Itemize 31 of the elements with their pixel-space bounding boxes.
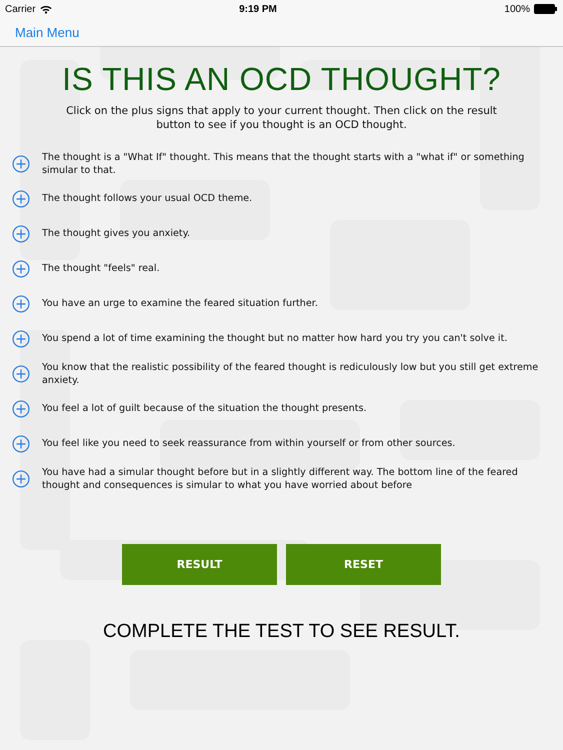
plus-circle-icon[interactable] [12,224,30,242]
statement-text: You have had a simular thought before but in a slightly different way. The bottom line of the feared thought and consequences is simular to what you have worried about before [42,466,519,492]
statement-text: You know that the realistic possibility of the feared thought is rediculously low but you still get extreme anxiety. [42,360,540,386]
plus-circle-icon[interactable] [12,470,30,488]
statement-text: You feel a lot of guilt because of the situation the thought presents. [42,402,368,415]
plus-circle-icon[interactable] [12,294,30,312]
plus-circle-icon[interactable] [12,330,30,348]
result-message: COMPLETE THE TEST TO SEE RESULT. [102,621,461,643]
statement-text: The thought is a "What If" thought. This means that the thought starts with a "what if" or something simular to that. [42,150,526,176]
statement-text: The thought gives you anxiety. [42,227,192,240]
plus-circle-icon[interactable] [12,364,30,382]
plus-circle-icon[interactable] [12,260,30,278]
page-title: IS THIS AN OCD THOUGHT? [61,61,502,98]
battery-icon [534,4,558,14]
status-time: 9:19 PM [238,4,278,14]
plus-circle-icon[interactable] [12,434,30,452]
battery-percent: 100% [504,4,530,14]
wifi-icon [40,4,52,14]
reset-button[interactable]: RESET [286,544,441,585]
instructions-text: Click on the plus signs that apply to your current thought. Then click on the result button to see if you thought is an OCD thought. [65,104,498,132]
plus-circle-icon[interactable] [12,190,30,208]
statement-text: You have an urge to examine the feared situation further. [42,297,319,310]
plus-circle-icon[interactable] [12,154,30,172]
result-button[interactable]: RESULT [122,544,277,585]
statement-text: The thought "feels" real. [42,262,161,275]
statement-text: You feel like you need to seek reassurance from within yourself or from other sources. [42,437,456,450]
carrier-label: Carrier [5,4,36,14]
main-menu-link[interactable]: Main Menu [15,24,80,40]
statement-text: You spend a lot of time examining the thought but no matter how hard you try you can't solve it. [42,332,508,345]
statement-text: The thought follows your usual OCD theme. [42,192,254,205]
plus-circle-icon[interactable] [12,400,30,418]
